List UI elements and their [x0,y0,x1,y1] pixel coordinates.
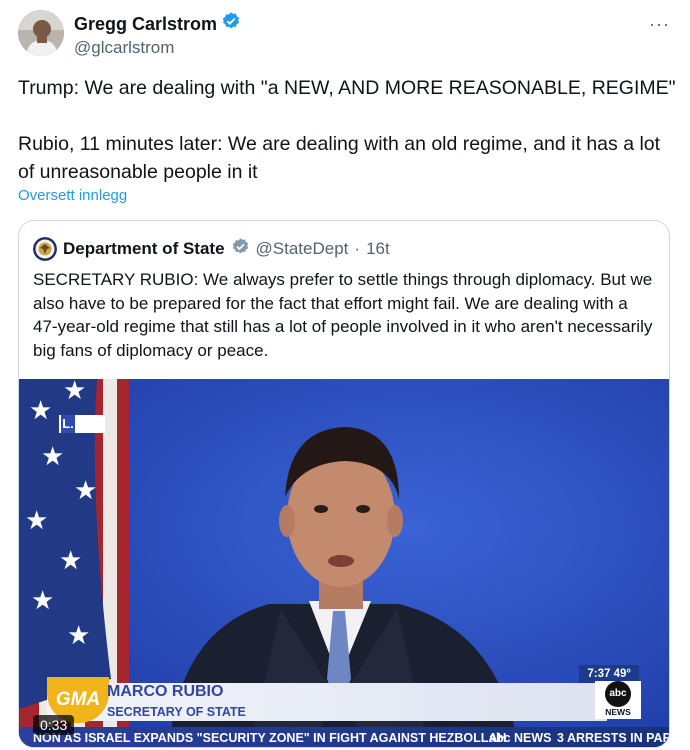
ticker-headline-right: 3 ARRESTS IN PARI [557,731,669,745]
quoted-author-handle[interactable]: @StateDept [256,239,349,259]
svg-text:★: ★ [67,620,90,650]
tweet-text: Trump: We are dealing with "a NEW, AND M… [18,77,676,183]
quoted-author-name[interactable]: Department of State [63,239,225,259]
quoted-timestamp[interactable]: 16t [366,239,390,259]
video-duration-badge: 0:33 [33,715,75,735]
author-name[interactable]: Gregg Carlstrom [74,13,217,35]
author-handle[interactable]: @glcarlstrom [74,36,241,60]
abc-news-label: NEWS [605,707,631,717]
svg-text:★: ★ [74,475,97,505]
government-badge-icon [231,237,250,261]
state-dept-seal-avatar[interactable] [33,237,57,261]
quoted-tweet-card[interactable]: Department of State @StateDept · 16t SEC… [18,220,670,748]
svg-text:★: ★ [63,379,86,405]
lower-third-title: SECRETARY OF STATE [107,705,246,719]
svg-text:★: ★ [59,545,82,575]
news-ticker: NON AS ISRAEL EXPANDS "SECURITY ZONE" IN… [19,727,669,747]
network-bug-letter: L. [61,415,75,433]
author-name-row[interactable]: Gregg Carlstrom [74,11,241,36]
quoted-tweet-header: Department of State @StateDept · 16t [33,237,390,261]
verified-badge-icon [221,11,241,36]
abc-news-logo: abc NEWS [595,681,641,719]
svg-text:★: ★ [41,441,64,471]
translate-post-link[interactable]: Oversett innlegg [18,187,127,204]
network-bug-logo: L. [59,415,105,433]
svg-text:★: ★ [25,505,48,535]
ticker-network-mark: abc NEWS [489,731,552,745]
video-player[interactable]: ★ ★ ★ ★ ★ ★ ★ ★ L. 7:37 49° GMA MARCO RU… [19,379,669,747]
author-block: Gregg Carlstrom @glcarlstrom [74,11,241,60]
svg-text:★: ★ [31,585,54,615]
abc-logo-circle: abc [605,681,631,707]
header-separator: · [354,239,361,258]
svg-text:★: ★ [29,395,52,425]
quoted-tweet-text: SECRETARY RUBIO: We always prefer to set… [33,270,653,360]
lower-third-name: MARCO RUBIO [107,683,224,700]
more-options-icon[interactable]: ··· [649,14,670,35]
author-avatar[interactable] [18,10,64,56]
ticker-headline-left: NON AS ISRAEL EXPANDS "SECURITY ZONE" IN… [33,731,507,745]
